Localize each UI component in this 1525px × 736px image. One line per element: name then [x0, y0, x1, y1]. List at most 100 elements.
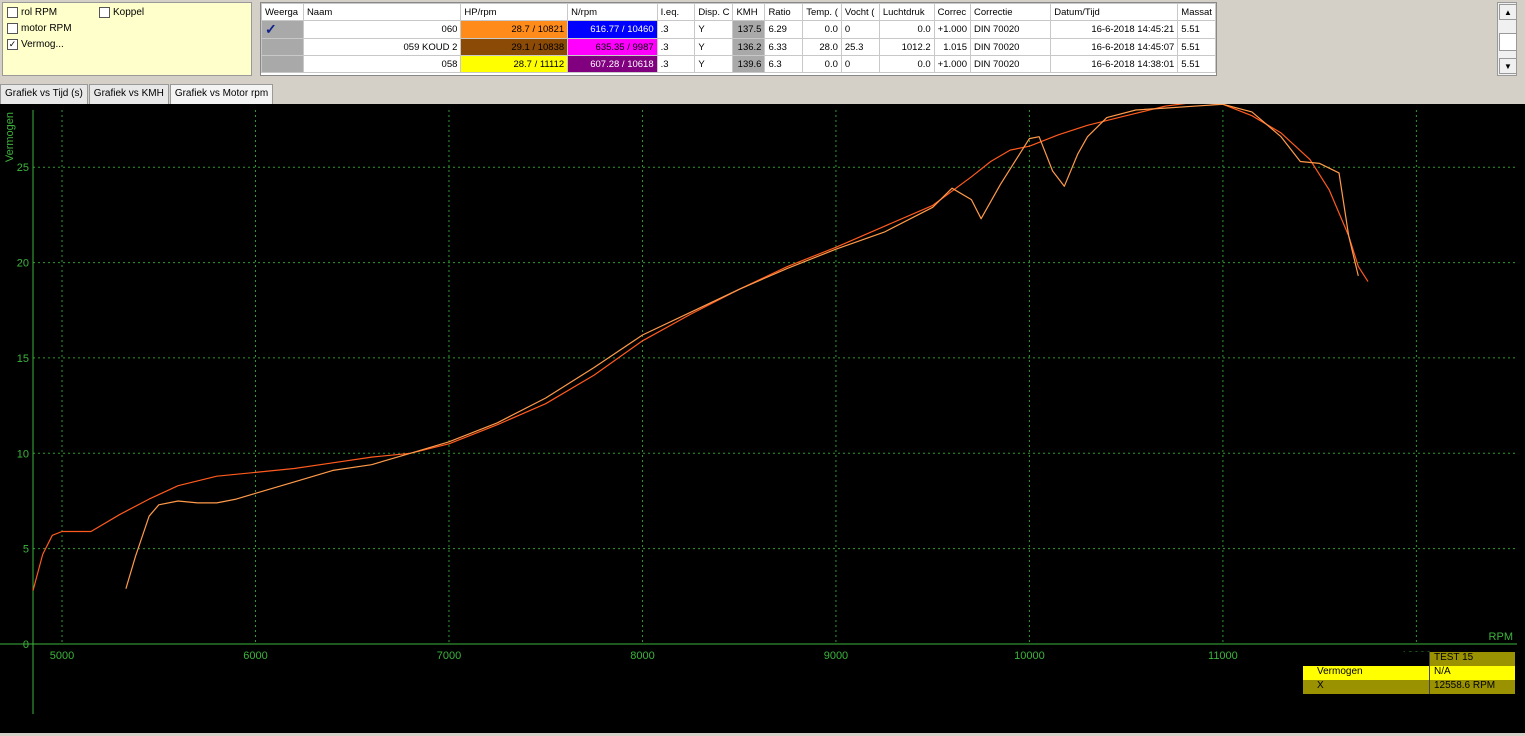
y-tick-label: 5: [23, 544, 29, 556]
cell-datum: 16-6-2018 14:38:01: [1050, 55, 1179, 73]
power-chart[interactable]: 5000600070008000900010000110001200005101…: [0, 101, 1525, 733]
col-header[interactable]: Disp. C: [694, 3, 734, 21]
col-header[interactable]: Luchtdruk: [878, 3, 935, 21]
cell-correctie: DIN 70020: [969, 55, 1052, 73]
x-axis-label: RPM: [1489, 631, 1513, 643]
checkbox-icon[interactable]: [7, 7, 18, 18]
table-row[interactable]: 058 28.7 / 11112 607.28 / 10618 .3 Y 139…: [261, 55, 1216, 73]
cell-vocht: 0: [840, 55, 880, 73]
scroll-down-icon[interactable]: ▼: [1499, 58, 1517, 74]
y-axis-label: Vermogen: [4, 112, 16, 162]
cell-vocht: 0: [840, 20, 880, 39]
cell-correc: 1.015: [933, 38, 972, 56]
scroll-up-icon[interactable]: ▲: [1499, 4, 1517, 20]
x-tick-label: 11000: [1208, 650, 1238, 662]
cell-n: 607.28 / 10618: [567, 55, 658, 73]
cell-hp: 29.1 / 10838: [460, 38, 569, 56]
cell-ratio: 6.3: [764, 55, 804, 73]
option-rol-rpm[interactable]: rol RPM: [7, 7, 57, 18]
checkbox-icon[interactable]: [99, 7, 110, 18]
cell-ieq: .3: [656, 55, 696, 73]
y-tick-label: 20: [17, 258, 29, 270]
x-tick-label: 10000: [1014, 650, 1045, 662]
cell-correctie: DIN 70020: [969, 20, 1052, 39]
option-koppel[interactable]: Koppel: [99, 7, 144, 18]
tab-motor-rpm[interactable]: Grafiek vs Motor rpm: [169, 84, 274, 104]
checkmark-icon: ✓: [265, 21, 277, 38]
display-toggle[interactable]: [261, 38, 304, 56]
checkbox-checked-icon[interactable]: ✓: [7, 39, 18, 50]
option-label: rol RPM: [21, 7, 58, 18]
display-toggle[interactable]: ✓: [261, 20, 304, 39]
cell-disp: Y: [694, 38, 734, 56]
option-vermogen[interactable]: ✓ Vermog...: [7, 39, 64, 50]
table-row[interactable]: 059 KOUD 2 29.1 / 10838 635.35 / 9987 .3…: [261, 38, 1216, 56]
chart-tabs: Grafiek vs Tijd (s) Grafiek vs KMH Grafi…: [0, 84, 274, 104]
cell-hp: 28.7 / 11112: [460, 55, 569, 73]
cell-datum: 16-6-2018 14:45:07: [1050, 38, 1179, 56]
display-toggle[interactable]: [261, 55, 304, 73]
y-tick-label: 10: [17, 448, 29, 460]
cell-massa: 5.51: [1177, 38, 1216, 56]
col-header[interactable]: Correc: [933, 3, 972, 21]
col-header[interactable]: I.eq.: [656, 3, 696, 21]
cell-ieq: .3: [656, 20, 696, 39]
x-tick-label: 9000: [824, 650, 848, 662]
col-header[interactable]: KMH: [732, 3, 766, 21]
options-panel: rol RPM Koppel motor RPM ✓ Vermog...: [2, 2, 252, 76]
col-header[interactable]: Weerga: [261, 3, 304, 21]
option-label: Koppel: [113, 7, 145, 18]
option-label: motor RPM: [21, 23, 72, 34]
cell-correc: +1.000: [933, 55, 972, 73]
col-header[interactable]: HP/rpm: [460, 3, 569, 21]
legend-value: 12558.6 RPM: [1428, 680, 1515, 694]
col-header[interactable]: Temp. (: [802, 3, 842, 21]
col-header[interactable]: Naam: [302, 3, 462, 21]
col-header[interactable]: Massat: [1177, 3, 1216, 21]
table-header: Weerga Naam HP/rpm N/rpm I.eq. Disp. C K…: [261, 3, 1216, 21]
tab-tijd[interactable]: Grafiek vs Tijd (s): [0, 84, 88, 104]
y-tick-label: 0: [23, 639, 29, 651]
cell-temp: 0.0: [802, 55, 842, 73]
cell-vocht: 25.3: [840, 38, 880, 56]
cell-n: 635.35 / 9987: [567, 38, 658, 56]
cell-datum: 16-6-2018 14:45:21: [1050, 20, 1179, 39]
x-tick-label: 7000: [437, 650, 461, 662]
checkbox-icon[interactable]: [7, 23, 18, 34]
cell-ieq: .3: [656, 38, 696, 56]
legend-label: X: [1317, 680, 1324, 691]
cell-correctie: DIN 70020: [969, 38, 1052, 56]
col-header[interactable]: Ratio: [764, 3, 804, 21]
x-tick-label: 8000: [630, 650, 654, 662]
runs-table-panel: Weerga Naam HP/rpm N/rpm I.eq. Disp. C K…: [260, 2, 1217, 76]
cell-luchtdruk: 0.0: [878, 55, 935, 73]
cell-temp: 28.0: [802, 38, 842, 56]
table-scrollbar[interactable]: ▲ ▼: [1497, 2, 1517, 76]
legend-label: Vermogen: [1317, 666, 1363, 677]
cell-ratio: 6.29: [764, 20, 804, 39]
legend-test: TEST 15: [1428, 652, 1515, 666]
y-tick-label: 15: [17, 353, 29, 365]
col-header[interactable]: N/rpm: [567, 3, 658, 21]
cell-n: 616.77 / 10460: [567, 20, 658, 39]
col-header[interactable]: Datum/Tijd: [1050, 3, 1179, 21]
cell-disp: Y: [694, 20, 734, 39]
option-label: Vermog...: [21, 39, 64, 50]
cell-naam: 060: [302, 20, 462, 39]
chart-area[interactable]: 5000600070008000900010000110001200005101…: [0, 101, 1525, 733]
cell-luchtdruk: 0.0: [878, 20, 935, 39]
cell-naam: 058: [302, 55, 462, 73]
table-row[interactable]: ✓ 060 28.7 / 10821 616.77 / 10460 .3 Y 1…: [261, 20, 1216, 39]
cell-temp: 0.0: [802, 20, 842, 39]
col-header[interactable]: Vocht (: [840, 3, 880, 21]
tab-kmh[interactable]: Grafiek vs KMH: [88, 84, 169, 104]
col-header[interactable]: Correctie: [969, 3, 1052, 21]
cell-luchtdruk: 1012.2: [878, 38, 935, 56]
series-line: [125, 103, 1359, 589]
x-tick-label: 5000: [50, 650, 74, 662]
cell-kmh: 139.6: [732, 55, 766, 73]
option-motor-rpm[interactable]: motor RPM: [7, 23, 72, 34]
cell-kmh: 137.5: [732, 20, 766, 39]
cell-hp: 28.7 / 10821: [460, 20, 569, 39]
scroll-thumb[interactable]: [1499, 33, 1517, 51]
